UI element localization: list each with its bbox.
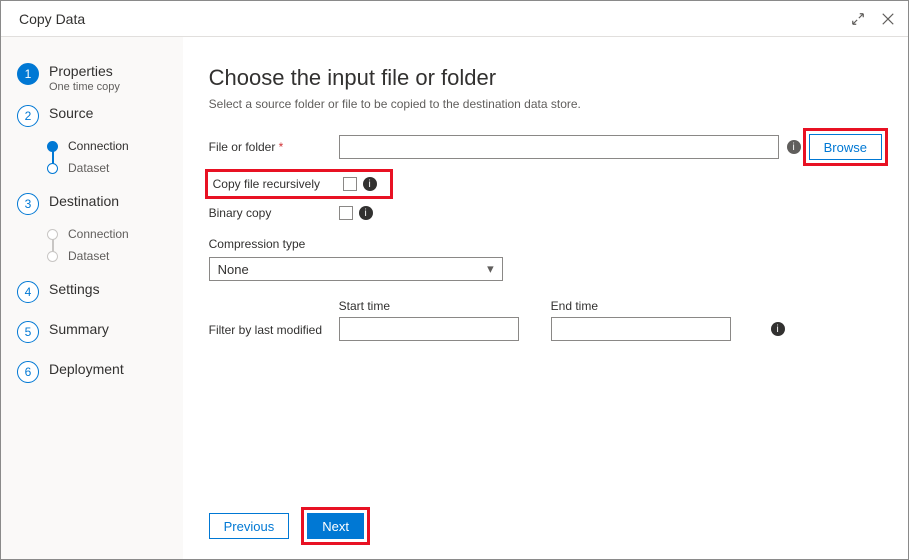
step-number: 2 xyxy=(17,105,39,127)
substep-source-dataset[interactable]: Dataset xyxy=(1,157,183,179)
label-filter-modified: Filter by last modified xyxy=(209,323,339,341)
substep-label: Connection xyxy=(68,139,129,153)
source-substeps: Connection Dataset xyxy=(1,133,183,187)
wizard-main: Choose the input file or folder Select a… xyxy=(183,37,908,559)
substep-source-connection[interactable]: Connection xyxy=(1,135,183,157)
compression-type-value: None xyxy=(218,262,249,277)
page-title: Choose the input file or folder xyxy=(209,65,882,91)
step-settings[interactable]: 4 Settings xyxy=(1,275,183,309)
start-time-input[interactable] xyxy=(339,317,519,341)
row-file-or-folder: File or folder i Browse xyxy=(209,133,882,161)
chevron-down-icon: ▾ xyxy=(487,261,494,277)
browse-button[interactable]: Browse xyxy=(809,134,882,160)
substep-dot-icon xyxy=(47,141,58,152)
destination-substeps: Connection Dataset xyxy=(1,221,183,275)
close-icon[interactable] xyxy=(880,11,896,27)
info-icon[interactable]: i xyxy=(363,177,377,191)
step-properties[interactable]: 1 Properties One time copy xyxy=(1,57,183,99)
page-subtitle: Select a source folder or file to be cop… xyxy=(209,97,882,111)
substep-label: Dataset xyxy=(68,249,109,263)
substep-dest-connection[interactable]: Connection xyxy=(1,223,183,245)
info-icon[interactable]: i xyxy=(771,322,785,336)
row-filter-modified: Filter by last modified Start time End t… xyxy=(209,299,882,341)
dialog-header: Copy Data xyxy=(1,1,908,37)
expand-icon[interactable] xyxy=(850,11,866,27)
compression-type-select[interactable]: None ▾ xyxy=(209,257,503,281)
end-time-col: End time xyxy=(551,299,731,341)
substep-dest-dataset[interactable]: Dataset xyxy=(1,245,183,267)
dialog-title: Copy Data xyxy=(19,11,85,27)
wizard-sidebar: 1 Properties One time copy 2 Source Conn… xyxy=(1,37,183,559)
step-label: Settings xyxy=(49,281,100,297)
step-deployment[interactable]: 6 Deployment xyxy=(1,355,183,389)
label-copy-recursive: Copy file recursively xyxy=(213,177,343,191)
info-icon[interactable]: i xyxy=(359,206,373,220)
file-or-folder-input[interactable] xyxy=(339,135,779,159)
checkbox-binary-copy[interactable] xyxy=(339,206,353,220)
step-summary[interactable]: 5 Summary xyxy=(1,315,183,349)
wizard-footer: Previous Next xyxy=(209,513,364,539)
step-label: Source xyxy=(49,105,93,121)
step-number: 3 xyxy=(17,193,39,215)
dialog-body: 1 Properties One time copy 2 Source Conn… xyxy=(1,37,908,559)
step-sublabel: One time copy xyxy=(49,81,120,93)
step-destination[interactable]: 3 Destination xyxy=(1,187,183,221)
label-compression-type: Compression type xyxy=(209,237,882,251)
end-time-input[interactable] xyxy=(551,317,731,341)
step-number: 1 xyxy=(17,63,39,85)
previous-button[interactable]: Previous xyxy=(209,513,290,539)
step-label: Properties xyxy=(49,63,120,79)
start-time-col: Start time xyxy=(339,299,519,341)
info-icon[interactable]: i xyxy=(787,140,801,154)
step-label: Destination xyxy=(49,193,119,209)
step-number: 6 xyxy=(17,361,39,383)
row-copy-recursive: Copy file recursively i xyxy=(213,174,385,194)
substep-dot-icon xyxy=(47,163,58,174)
next-button[interactable]: Next xyxy=(307,513,364,539)
row-binary-copy: Binary copy i xyxy=(209,203,882,223)
substep-label: Connection xyxy=(68,227,129,241)
step-number: 4 xyxy=(17,281,39,303)
dialog-title-wrap: Copy Data xyxy=(13,11,850,27)
label-file-or-folder: File or folder xyxy=(209,140,339,154)
header-actions xyxy=(850,11,896,27)
time-range: Start time End time i xyxy=(339,299,793,341)
substep-dot-icon xyxy=(47,251,58,262)
substep-dot-icon xyxy=(47,229,58,240)
step-source[interactable]: 2 Source xyxy=(1,99,183,133)
substep-label: Dataset xyxy=(68,161,109,175)
step-label: Summary xyxy=(49,321,109,337)
label-end-time: End time xyxy=(551,299,731,313)
label-start-time: Start time xyxy=(339,299,519,313)
step-label: Deployment xyxy=(49,361,124,377)
checkbox-copy-recursive[interactable] xyxy=(343,177,357,191)
label-binary-copy: Binary copy xyxy=(209,206,339,220)
step-number: 5 xyxy=(17,321,39,343)
